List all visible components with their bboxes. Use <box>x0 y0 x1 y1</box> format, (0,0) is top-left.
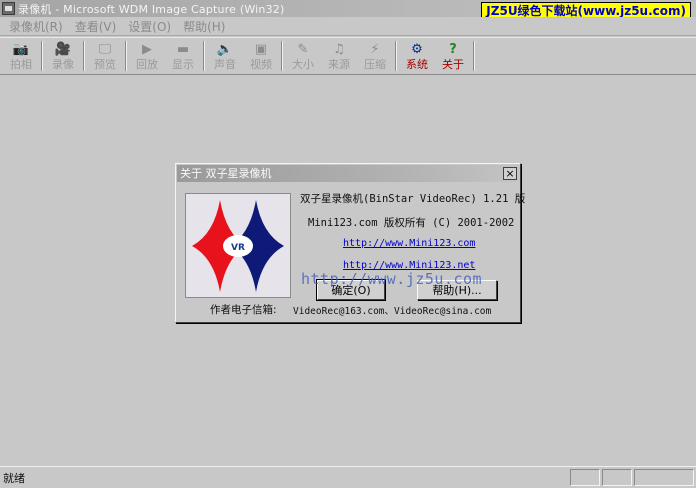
menu-recorder[interactable]: 录像机(R) <box>3 18 69 35</box>
overlay-watermark-url: http://www.jz5u.com <box>301 270 483 288</box>
toolbar-separator <box>41 41 43 71</box>
help-question-icon: ? <box>449 41 457 57</box>
menu-bar: 录像机(R) 查看(V) 设置(O) 帮助(H) <box>0 17 696 36</box>
preview-icon: 🖵 <box>98 41 112 57</box>
toolbar-separator <box>125 41 127 71</box>
twin-star-logo-icon: VR <box>192 200 284 292</box>
toolbar-separator <box>473 41 475 71</box>
play-icon: ▶ <box>142 41 152 57</box>
compress-icon: ⚡ <box>370 41 380 57</box>
source-icon: ♫ <box>333 41 345 57</box>
about-dialog-title: 关于 双子星录像机 <box>180 167 272 180</box>
copyright-text: Mini123.com 版权所有 (C) 2001-2002 <box>308 217 515 229</box>
about-dialog-title-bar[interactable]: 关于 双子星录像机 × <box>177 165 519 182</box>
close-icon: × <box>505 167 515 180</box>
menu-help[interactable]: 帮助(H) <box>177 18 231 35</box>
system-icon: ⚙ <box>411 41 423 57</box>
speaker-icon: 🔈 <box>216 41 234 57</box>
toolbar-sound-button[interactable]: 🔈 声音 <box>207 38 243 74</box>
menu-settings[interactable]: 设置(O) <box>122 18 177 35</box>
camera-icon: 📷 <box>12 41 30 57</box>
toolbar-photo-button[interactable]: 📷 拍相 <box>3 38 39 74</box>
toolbar-separator <box>281 41 283 71</box>
status-pane <box>602 469 632 486</box>
window-title: 录像机 - Microsoft WDM Image Capture (Win32… <box>18 2 285 16</box>
author-email-label: 作者电子信箱: <box>210 304 277 316</box>
product-logo: VR <box>185 193 291 298</box>
video-icon: ▣ <box>254 41 268 57</box>
toolbar-about-button[interactable]: ? 关于 <box>435 38 471 74</box>
toolbar: 📷 拍相 🎥 录像 🖵 预览 ▶ 回放 ▬ 显示 🔈 声音 ▣ 视频 ✎ 大小 … <box>0 37 696 75</box>
toolbar-separator <box>83 41 85 71</box>
toolbar-size-button[interactable]: ✎ 大小 <box>285 38 321 74</box>
menu-view[interactable]: 查看(V) <box>69 18 123 35</box>
toolbar-system-button[interactable]: ⚙ 系统 <box>399 38 435 74</box>
status-pane <box>570 469 600 486</box>
size-icon: ✎ <box>297 41 309 57</box>
logo-text: VR <box>231 243 245 253</box>
toolbar-video-button[interactable]: ▣ 视频 <box>243 38 279 74</box>
toolbar-display-button[interactable]: ▬ 显示 <box>165 38 201 74</box>
author-email-value: VideoRec@163.com、VideoRec@sina.com <box>293 306 492 317</box>
toolbar-source-button[interactable]: ♫ 来源 <box>321 38 357 74</box>
about-dialog: 关于 双子星录像机 × VR 双子星录像机(BinStar VideoRec) … <box>175 163 525 323</box>
toolbar-separator <box>395 41 397 71</box>
record-icon: 🎥 <box>54 41 72 57</box>
status-pane <box>634 469 694 486</box>
status-text: 就绪 <box>3 471 25 485</box>
toolbar-preview-button[interactable]: 🖵 预览 <box>87 38 123 74</box>
close-button[interactable]: × <box>503 167 517 180</box>
toolbar-record-button[interactable]: 🎥 录像 <box>45 38 81 74</box>
status-bar: 就绪 <box>0 466 696 488</box>
toolbar-compress-button[interactable]: ⚡ 压缩 <box>357 38 393 74</box>
display-icon: ▬ <box>176 41 190 57</box>
toolbar-playback-button[interactable]: ▶ 回放 <box>129 38 165 74</box>
website-link-com[interactable]: http://www.Mini123.com <box>343 238 475 249</box>
product-version: 双子星录像机(BinStar VideoRec) 1.21 版 <box>300 193 526 205</box>
app-icon <box>2 2 15 15</box>
toolbar-separator <box>203 41 205 71</box>
